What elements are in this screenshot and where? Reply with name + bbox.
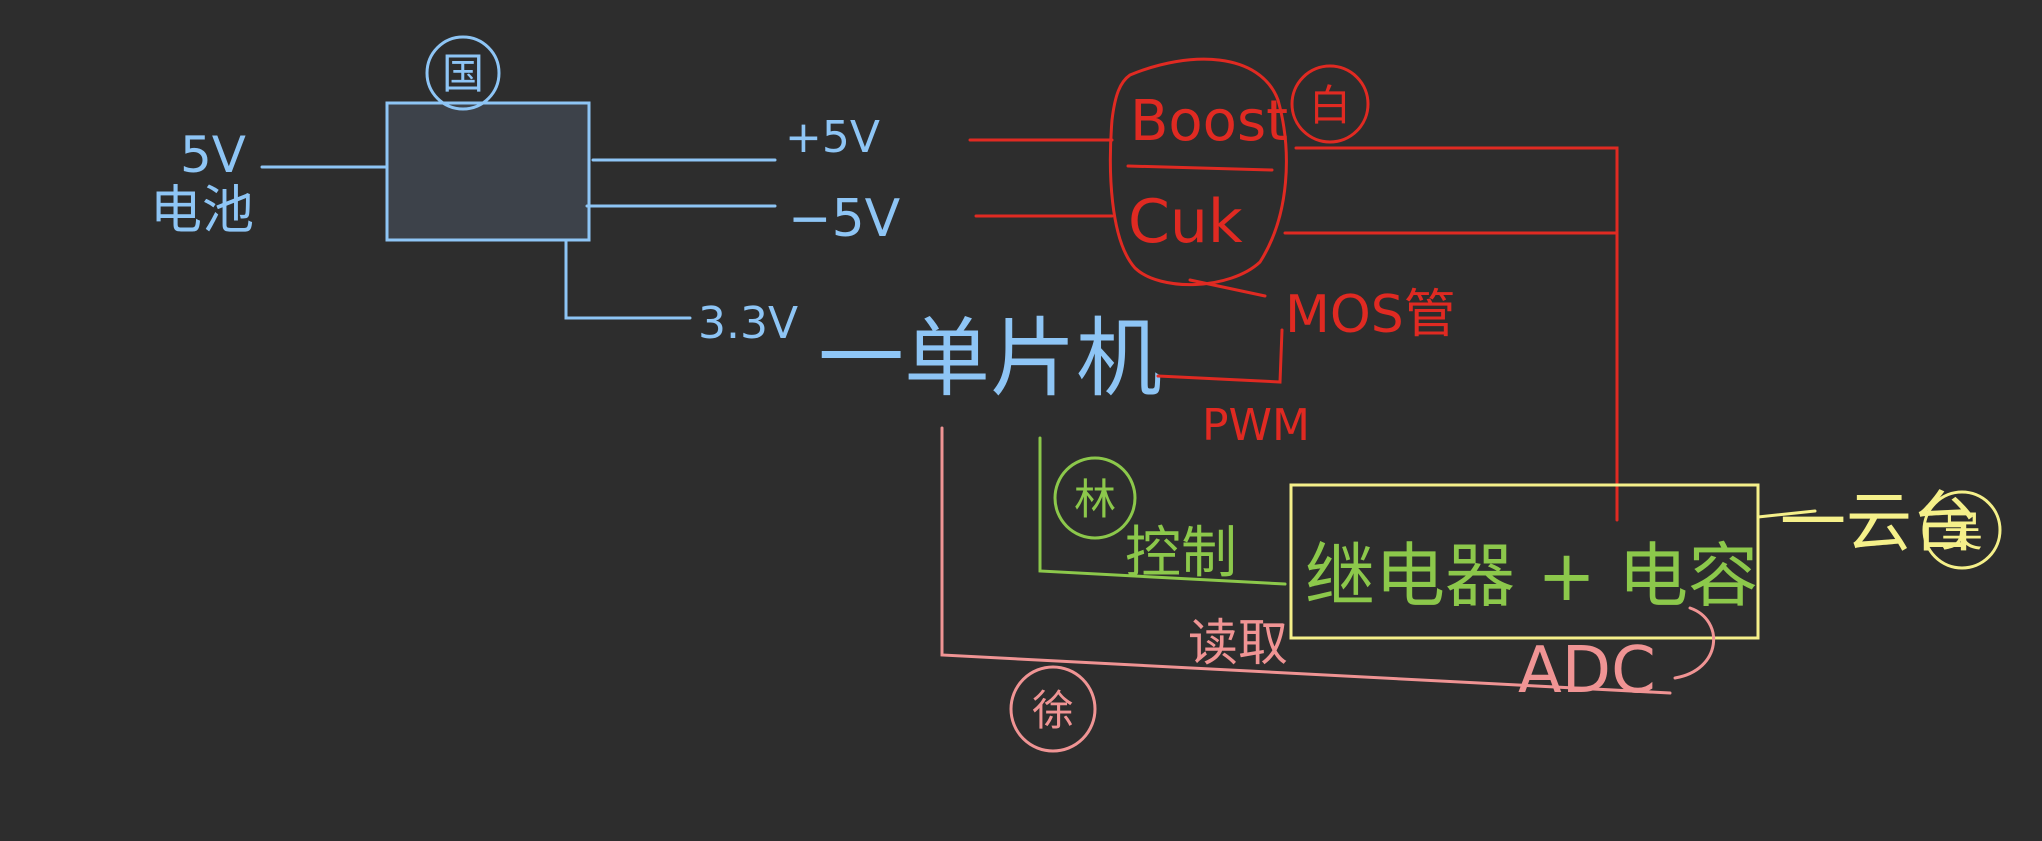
gun-badge-text: 吴 [1941,507,1983,556]
pwm-label: PWM [1202,400,1310,451]
adc-badge-text: 徐 [1032,686,1074,735]
battery-label: 电池 [150,181,254,241]
cuk-label: Cuk [1128,187,1243,257]
boost-label: Boost [1130,89,1288,154]
mcu-label: 一单片机 [818,309,1162,409]
read-label: 读取 [1188,614,1288,672]
power-section [260,35,777,320]
block-diagram: 5V 电池 国 +5V −5V 3.3V 一单片机 Boost Cuk 白 MO… [150,35,2002,753]
power-badge-text: 国 [442,49,484,98]
converter-badge-text: 白 [1309,81,1351,130]
minus5v-label: −5V [788,189,901,249]
relay-label: 继电器 + 电容 [1305,535,1758,617]
boost-cuk-divider [1126,164,1274,172]
3v3-label: 3.3V [698,298,798,349]
control-badge-text: 林 [1074,475,1116,524]
plus5v-label: +5V [785,112,880,163]
mos-link-wire [1188,278,1267,298]
adc-label: ADC [1518,634,1656,708]
mos-label: MOS管 [1285,285,1456,345]
3v3-wire [564,238,692,320]
control-label: 控制 [1125,521,1237,586]
battery-voltage-label: 5V [180,126,246,184]
pwm-wire [1156,328,1284,384]
adc-hook [1673,606,1716,680]
power-module-box [385,101,591,242]
